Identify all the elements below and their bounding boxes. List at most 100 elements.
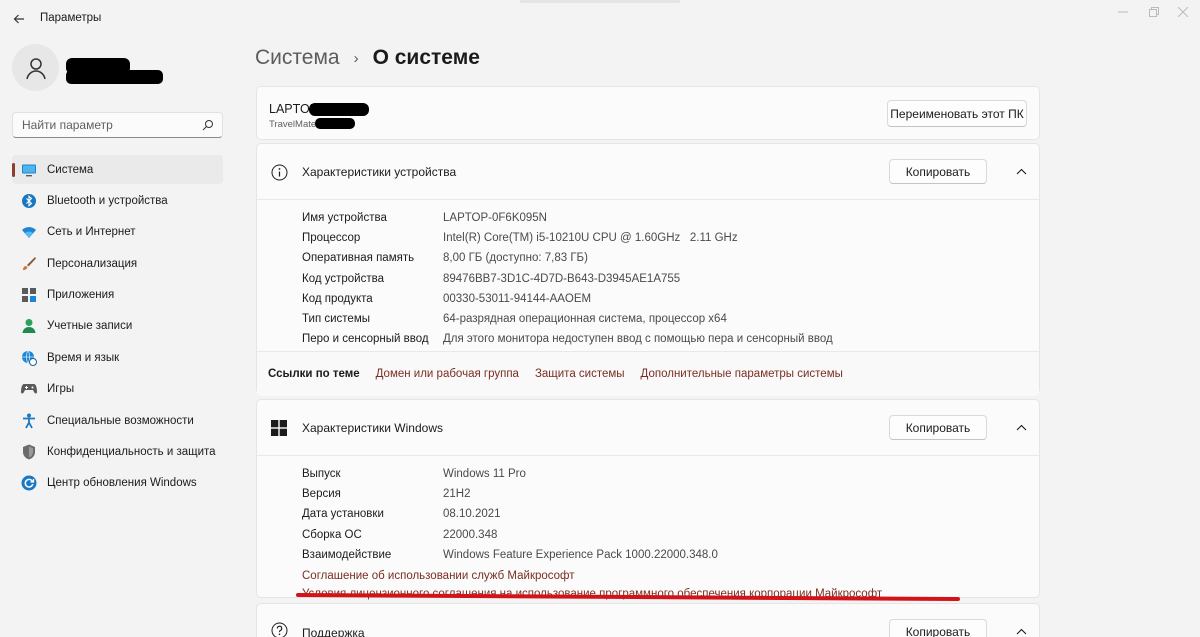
restore-icon [1149,7,1159,17]
sidebar-item-accessibility[interactable]: Специальные возможности [12,406,223,435]
spec-value: 64-разрядная операционная система, проце… [443,313,727,326]
sidebar-item-label: Приложения [47,289,115,302]
related-links: Ссылки по теме Домен или рабочая группа … [257,352,1039,396]
spec-row: Код устройства 89476BB7-3D1C-4D7D-B643-D3… [302,269,1039,289]
sidebar-item-apps[interactable]: Приложения [12,281,223,310]
spec-value: 22000.348 [443,528,498,541]
search-box[interactable] [12,112,223,138]
copy-button[interactable]: Копировать [889,619,987,637]
sidebar-item-label: Система [47,163,94,176]
breadcrumb-separator: › [353,49,359,67]
spec-value: 21H2 [443,488,471,501]
avatar[interactable] [12,44,59,91]
redacted-pc-model [315,118,355,129]
spec-label: Код продукта [302,292,373,305]
spec-row: Тип системы 64-разрядная операционная сис… [302,309,1039,329]
sidebar-item-time-language[interactable]: Время и язык [12,343,223,372]
globe-clock-icon [20,349,38,367]
brush-icon [20,255,38,273]
redacted-pc-name [309,103,369,116]
link-services-agreement[interactable]: Соглашение об использовании служб Майкро… [302,567,1039,585]
chevron-up-icon[interactable] [1014,624,1028,637]
spec-label: Дата установки [302,508,384,521]
spec-row: Процессор Intel(R) Core(TM) i5-10210U CPU… [302,228,1039,248]
sidebar-item-accounts[interactable]: Учетные записи [12,312,223,341]
link-advanced-system-settings[interactable]: Дополнительные параметры системы [641,368,843,380]
sidebar-item-label: Игры [47,383,75,396]
chevron-up-icon[interactable] [1014,164,1028,178]
sidebar-item-system[interactable]: Система [12,155,223,184]
minimize-button[interactable] [1112,3,1134,21]
spec-value: 8,00 ГБ (доступно: 7,83 ГБ) [443,252,588,265]
close-button[interactable] [1172,3,1194,21]
spec-label: Процессор [302,232,361,245]
windows-specs-card: Характеристики Windows Копировать Выпуск… [256,399,1040,600]
copy-button[interactable]: Копировать [889,159,987,184]
support-header[interactable]: Поддержка Копировать [257,604,1039,637]
spec-row: Взаимодействие Windows Feature Experience… [302,545,1039,565]
section-title: Характеристики устройства [302,165,457,179]
display-icon [20,161,38,179]
sidebar-item-network[interactable]: Сеть и Интернет [12,218,223,247]
spec-value: 08.10.2021 [443,508,501,521]
spec-value: LAPTOP-0F6K095N [443,212,547,225]
spec-row: Имя устройства LAPTOP-0F6K095N [302,208,1039,228]
maximize-button[interactable] [1143,3,1165,21]
sidebar-item-windows-update[interactable]: Центр обновления Windows [12,469,223,498]
search-icon[interactable] [202,118,214,136]
update-icon [20,474,38,492]
sidebar-item-label: Центр обновления Windows [47,477,197,490]
link-system-protection[interactable]: Защита системы [535,368,625,380]
spec-row: Выпуск Windows 11 Pro [302,464,1039,484]
sidebar-item-privacy[interactable]: Конфиденциальность и защита [12,438,223,467]
device-specs-card: Характеристики устройства Копировать Имя… [256,143,1040,396]
section-title: Характеристики Windows [302,421,443,435]
accessibility-icon [20,412,38,430]
spec-label: Имя устройства [302,212,387,225]
wifi-icon [20,223,38,241]
help-icon [270,621,288,637]
shield-icon [20,443,38,461]
spec-value: 00330-53011-94144-AAOEM [443,292,592,305]
back-button[interactable] [8,8,30,30]
gamepad-icon [20,380,38,398]
windows-specs-header[interactable]: Характеристики Windows Копировать [257,400,1039,455]
sidebar-item-label: Учетные записи [47,320,133,333]
breadcrumb-parent[interactable]: Система [255,46,340,70]
spec-value: Windows 11 Pro [443,468,526,481]
search-input[interactable] [13,113,193,137]
related-links-title: Ссылки по теме [268,368,360,380]
spec-row: Оперативная память 8,00 ГБ (доступно: 7,8… [302,248,1039,268]
sidebar-item-label: Bluetooth и устройства [47,194,168,207]
windows-spec-list: Выпуск Windows 11 Pro Версия 21H2 Дата уст… [257,456,1039,603]
sidebar-item-personalization[interactable]: Персонализация [12,249,223,278]
breadcrumb: Система › О системе [255,46,480,70]
person-icon [20,317,38,335]
pc-name-card: LAPTOP- TravelMate Переименовать этот ПК [256,86,1040,140]
redacted-email [66,70,163,84]
spec-label: Выпуск [302,468,341,481]
link-domain-workgroup[interactable]: Домен или рабочая группа [376,368,519,380]
spec-label: Перо и сенсорный ввод [302,333,429,346]
spec-label: Взаимодействие [302,548,392,561]
arrow-left-icon [13,14,24,24]
copy-button[interactable]: Копировать [889,415,987,440]
sidebar-item-label: Специальные возможности [47,414,194,427]
spec-row: Дата установки 08.10.2021 [302,504,1039,524]
sidebar-item-gaming[interactable]: Игры [12,375,223,404]
pc-model: TravelMate [269,119,317,130]
section-title: Поддержка [302,626,365,637]
minimize-icon [1118,11,1128,13]
apps-icon [20,286,38,304]
sidebar-item-label: Сеть и Интернет [47,226,136,239]
spec-label: Код устройства [302,272,384,285]
rename-pc-button[interactable]: Переименовать этот ПК [887,100,1027,127]
info-icon [270,163,288,181]
spec-row: Версия 21H2 [302,484,1039,504]
user-icon [25,57,46,79]
close-icon [1178,7,1188,17]
spec-label: Сборка ОС [302,528,362,541]
device-specs-header[interactable]: Характеристики устройства Копировать [257,144,1039,199]
sidebar-item-bluetooth[interactable]: Bluetooth и устройства [12,186,223,215]
chevron-up-icon[interactable] [1014,420,1028,434]
